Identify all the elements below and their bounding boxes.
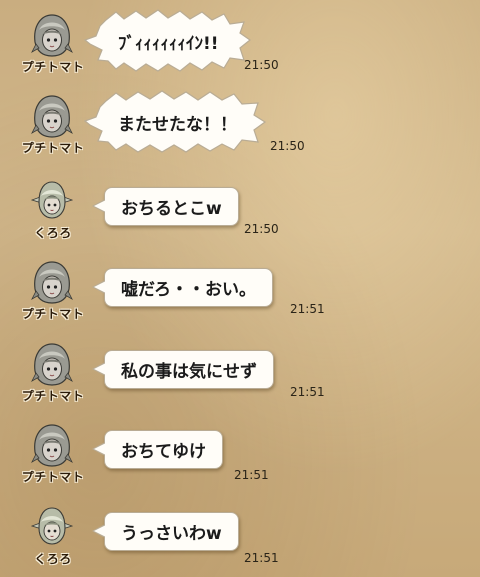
message-time: 21:50 (244, 222, 279, 236)
tomato-avatar-icon[interactable] (31, 12, 73, 58)
message-text: うっさいわw (121, 524, 222, 544)
chat-log[interactable]: プチトマト ﾌﾞｨｨｨｨｨｨｲﾝ!! 21:50 プチトマト またせたな！！ 2… (0, 0, 480, 577)
message-bubble[interactable]: 私の事は気にせず (92, 350, 274, 389)
kuroro-avatar-icon[interactable] (31, 504, 73, 550)
chat-message: プチトマト またせたな！！ 21:50 (0, 89, 480, 171)
sender-name: プチトマト (21, 389, 85, 403)
message-time: 21:51 (244, 551, 279, 565)
sender-name: プチトマト (21, 470, 85, 484)
message-bubble[interactable]: うっさいわw (92, 512, 239, 551)
tomato-avatar-icon[interactable] (31, 93, 73, 139)
message-text: おちるとこw (121, 199, 222, 219)
tomato-avatar-icon[interactable] (31, 259, 73, 305)
message-text: おちてゆけ (121, 442, 206, 462)
sender-name: プチトマト (21, 307, 85, 321)
kuroro-avatar-icon[interactable] (31, 178, 73, 224)
message-text: 私の事は気にせず (121, 362, 257, 382)
sender-block[interactable]: プチトマト (18, 12, 88, 82)
chat-message: プチトマト ﾌﾞｨｨｨｨｨｨｲﾝ!! 21:50 (0, 8, 480, 90)
sender-name: プチトマト (21, 60, 85, 74)
message-time: 21:50 (244, 58, 279, 72)
message-time: 21:51 (234, 468, 269, 482)
sender-name: くろろ (34, 226, 72, 240)
sender-block[interactable]: くろろ (18, 178, 88, 248)
message-text: またせたな！！ (118, 114, 237, 135)
tomato-avatar-icon[interactable] (31, 341, 73, 387)
message-bubble[interactable]: おちるとこw (92, 187, 239, 226)
sender-name: くろろ (34, 552, 72, 566)
sender-name: プチトマト (21, 141, 85, 155)
message-text: 嘘だろ・・おい。 (121, 280, 256, 300)
sender-block[interactable]: プチトマト (18, 93, 88, 163)
sender-block[interactable]: プチトマト (18, 422, 88, 492)
message-time: 21:50 (270, 139, 305, 153)
message-time: 21:51 (290, 302, 325, 316)
sender-block[interactable]: くろろ (18, 504, 88, 574)
sender-block[interactable]: プチトマト (18, 341, 88, 411)
chat-message: プチトマト 私の事は気にせず 21:51 (0, 337, 480, 419)
message-time: 21:51 (290, 385, 325, 399)
message-text: ﾌﾞｨｨｨｨｨｨｲﾝ!! (118, 33, 219, 54)
sender-block[interactable]: プチトマト (18, 259, 88, 329)
message-bubble[interactable]: またせたな！！ (84, 89, 269, 155)
message-bubble[interactable]: 嘘だろ・・おい。 (92, 268, 273, 307)
chat-message: プチトマト 嘘だろ・・おい。 21:51 (0, 255, 480, 337)
chat-message: プチトマト おちてゆけ 21:51 (0, 418, 480, 500)
message-bubble[interactable]: ﾌﾞｨｨｨｨｨｨｲﾝ!! (84, 8, 254, 74)
chat-message: くろろ うっさいわw 21:51 (0, 500, 480, 577)
message-bubble[interactable]: おちてゆけ (92, 430, 223, 469)
chat-message: くろろ おちるとこw 21:50 (0, 174, 480, 256)
tomato-avatar-icon[interactable] (31, 422, 73, 468)
